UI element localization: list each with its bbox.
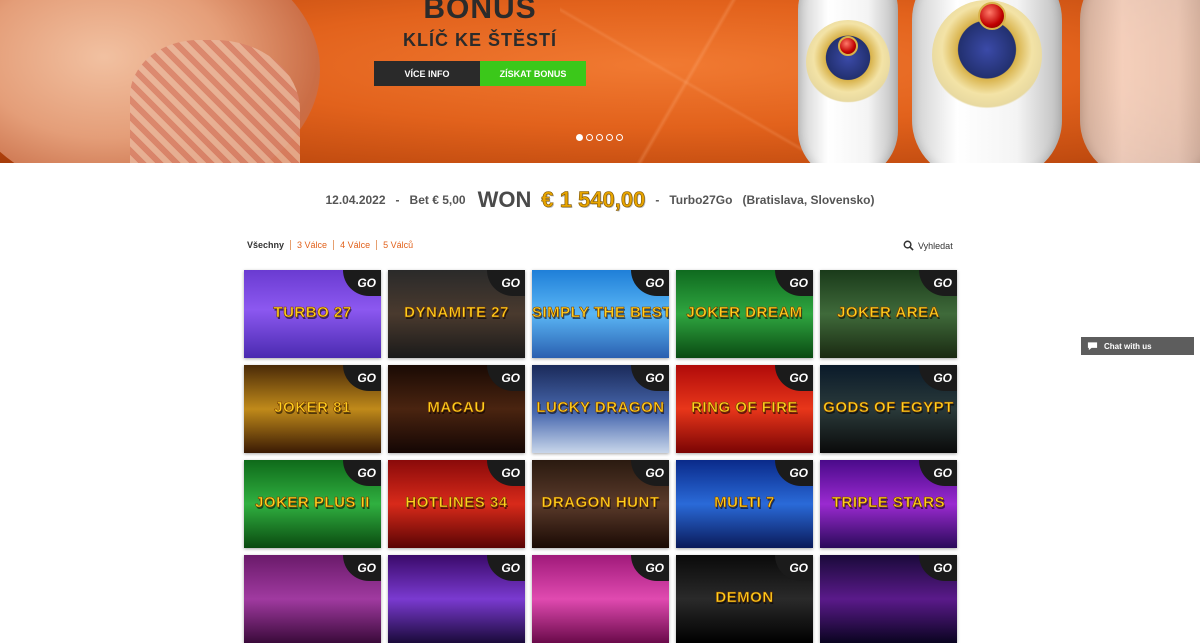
chat-label: Chat with us xyxy=(1104,341,1152,351)
get-bonus-button[interactable]: ZÍSKAT BONUS xyxy=(480,61,586,86)
go-play-badge[interactable]: GO xyxy=(631,555,669,581)
go-play-badge[interactable]: GO xyxy=(631,365,669,391)
go-play-badge[interactable]: GO xyxy=(343,365,381,391)
slot-reel-middle xyxy=(912,0,1062,163)
game-title: LUCKY DRAGON xyxy=(536,399,665,417)
game-tile[interactable]: GO xyxy=(820,555,957,643)
game-title: JOKER AREA xyxy=(837,304,940,322)
game-tile[interactable]: HOTLINES 34 GO xyxy=(388,460,525,548)
game-title: DYNAMITE 27 xyxy=(404,304,509,322)
search-icon xyxy=(903,240,914,251)
carousel-dots xyxy=(576,134,623,141)
go-play-badge[interactable]: GO xyxy=(775,555,813,581)
game-tile[interactable]: GO xyxy=(532,555,669,643)
search-label: Vyhledat xyxy=(918,240,953,251)
game-tile[interactable]: JOKER PLUS II GO xyxy=(244,460,381,548)
win-bet: Bet € 5,00 xyxy=(409,193,466,207)
go-play-badge[interactable]: GO xyxy=(919,365,957,391)
go-play-badge[interactable]: GO xyxy=(919,555,957,581)
hero-subtitle: KLÍČ KE ŠTĚSTÍ xyxy=(402,30,557,50)
go-play-badge[interactable]: GO xyxy=(775,270,813,296)
game-tile[interactable]: JOKER AREA GO xyxy=(820,270,957,358)
search-button[interactable]: Vyhledat xyxy=(903,240,953,251)
chat-bubble-icon xyxy=(1087,342,1098,351)
winner-username: Turbo27Go xyxy=(669,193,733,207)
reel-filter-bar: Všechny 3 Válce 4 Válce 5 Válců xyxy=(247,240,419,250)
won-amount: € 1 540,00 xyxy=(541,187,646,213)
game-tile[interactable]: GODS OF EGYPT GO xyxy=(820,365,957,453)
go-play-badge[interactable]: GO xyxy=(487,460,525,486)
game-tile[interactable]: DYNAMITE 27 GO xyxy=(388,270,525,358)
scarab-symbol xyxy=(806,20,890,104)
game-tile[interactable]: MACAU GO xyxy=(388,365,525,453)
game-grid: TURBO 27GODYNAMITE 27GOSIMPLY THE BEST 2… xyxy=(244,270,957,643)
slot-reel-right xyxy=(1080,0,1200,163)
game-tile[interactable]: GO xyxy=(244,555,381,643)
go-play-badge[interactable]: GO xyxy=(487,365,525,391)
go-play-badge[interactable]: GO xyxy=(631,270,669,296)
game-tile[interactable]: LUCKY DRAGON GO xyxy=(532,365,669,453)
go-play-badge[interactable]: GO xyxy=(487,555,525,581)
go-play-badge[interactable]: GO xyxy=(343,270,381,296)
game-tile[interactable]: TURBO 27 GO xyxy=(244,270,381,358)
game-title: JOKER PLUS II xyxy=(255,494,370,512)
carousel-dot[interactable] xyxy=(606,134,613,141)
carousel-dot[interactable] xyxy=(586,134,593,141)
game-title: HOTLINES 34 xyxy=(405,494,508,512)
hero-title: BONUS xyxy=(423,0,537,25)
carousel-dot[interactable] xyxy=(576,134,583,141)
filter-3-reels[interactable]: 3 Válce xyxy=(290,240,333,250)
won-label: WON xyxy=(477,187,532,212)
game-title: DEMON xyxy=(715,589,774,607)
game-tile[interactable]: DRAGON HUNT GO xyxy=(532,460,669,548)
game-title: GODS OF EGYPT xyxy=(823,399,954,417)
chat-widget[interactable]: Chat with us xyxy=(1081,337,1194,355)
filter-5-reels[interactable]: 5 Válců xyxy=(376,240,419,250)
game-title: TRIPLE STARS xyxy=(831,494,946,512)
slot-reel-left xyxy=(798,0,898,163)
game-tile[interactable]: DEMON GO xyxy=(676,555,813,643)
separator: - xyxy=(395,193,400,207)
ruby-gem xyxy=(838,36,858,56)
ruby-gem xyxy=(978,2,1006,30)
filter-4-reels[interactable]: 4 Válce xyxy=(333,240,376,250)
game-title: SIMPLY THE BEST 27 xyxy=(532,304,669,322)
filter-all[interactable]: Všechny xyxy=(247,240,290,250)
go-play-badge[interactable]: GO xyxy=(919,270,957,296)
game-title: RING OF FIRE xyxy=(691,399,798,417)
game-title: JOKER 81 xyxy=(274,399,351,417)
winner-location: (Bratislava, Slovensko) xyxy=(742,193,875,207)
go-play-badge[interactable]: GO xyxy=(343,460,381,486)
game-tile[interactable]: JOKER 81 GO xyxy=(244,365,381,453)
game-tile[interactable]: GO xyxy=(388,555,525,643)
game-title: JOKER DREAM xyxy=(686,304,803,322)
game-tile[interactable]: SIMPLY THE BEST 27 GO xyxy=(532,270,669,358)
go-play-badge[interactable]: GO xyxy=(775,365,813,391)
more-info-button[interactable]: VÍCE INFO xyxy=(374,61,480,86)
game-title: MULTI 7 xyxy=(714,494,775,512)
separator: - xyxy=(655,193,660,207)
win-date: 12.04.2022 xyxy=(325,193,386,207)
game-tile[interactable]: TRIPLE STARS GO xyxy=(820,460,957,548)
game-tile[interactable]: RING OF FIRE GO xyxy=(676,365,813,453)
go-play-badge[interactable]: GO xyxy=(343,555,381,581)
game-title: MACAU xyxy=(427,399,486,417)
go-play-badge[interactable]: GO xyxy=(775,460,813,486)
game-tile[interactable]: JOKER DREAM GO xyxy=(676,270,813,358)
hero-banner: BONUS KLÍČ KE ŠTĚSTÍ VÍCE INFO ZÍSKAT BO… xyxy=(0,0,1200,163)
go-play-badge[interactable]: GO xyxy=(631,460,669,486)
game-title: TURBO 27 xyxy=(273,304,352,322)
winner-ticker: 12.04.2022 - Bet € 5,00 WON € 1 540,00 -… xyxy=(0,184,1200,216)
game-title: DRAGON HUNT xyxy=(541,494,660,512)
carousel-dot[interactable] xyxy=(616,134,623,141)
carousel-dot[interactable] xyxy=(596,134,603,141)
go-play-badge[interactable]: GO xyxy=(919,460,957,486)
go-play-badge[interactable]: GO xyxy=(487,270,525,296)
game-tile[interactable]: MULTI 7 GO xyxy=(676,460,813,548)
